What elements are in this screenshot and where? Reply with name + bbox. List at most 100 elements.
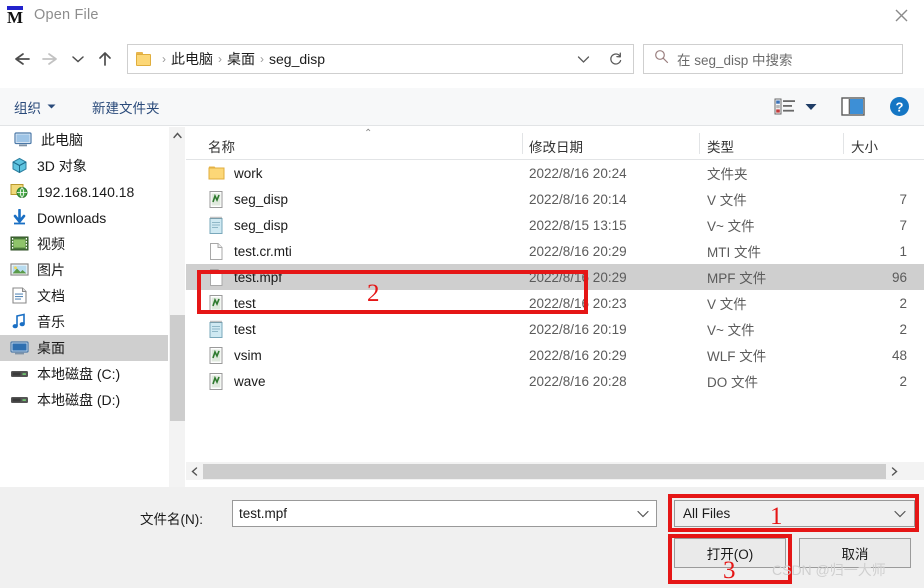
sidebar-item-label: 视频 <box>37 236 65 252</box>
sidebar-item-music[interactable]: 音乐 <box>0 309 168 335</box>
column-header-date[interactable]: 修改日期 <box>529 136 583 156</box>
file-date: 2022/8/16 20:29 <box>529 347 627 363</box>
organize-button[interactable]: 组织 <box>14 97 56 117</box>
modelsim-file-icon <box>208 346 226 365</box>
table-row[interactable]: test.cr.mti 2022/8/16 20:29 MTI 文件 1 <box>186 238 924 264</box>
file-date: 2022/8/16 20:14 <box>529 191 627 207</box>
table-row[interactable]: wave 2022/8/16 20:28 DO 文件 2 <box>186 368 924 394</box>
search-input[interactable]: 在 seg_disp 中搜索 <box>643 44 903 74</box>
file-name: seg_disp <box>234 217 289 233</box>
file-size: 48 <box>891 347 907 363</box>
scroll-left-icon[interactable] <box>186 462 203 480</box>
table-row[interactable]: seg_disp 2022/8/15 13:15 V~ 文件 7 <box>186 212 924 238</box>
chevron-down-icon[interactable] <box>894 510 914 518</box>
file-type: V~ 文件 <box>707 323 755 338</box>
column-header-type[interactable]: 类型 <box>707 136 734 156</box>
table-row[interactable]: seg_disp 2022/8/16 20:14 V 文件 7 <box>186 186 924 212</box>
table-row[interactable]: test 2022/8/16 20:19 V~ 文件 2 <box>186 316 924 342</box>
sidebar-item-label: 文档 <box>37 288 65 304</box>
desktop-icon <box>10 339 30 357</box>
breadcrumb-separator-2: › <box>260 52 264 66</box>
new-folder-button[interactable]: 新建文件夹 <box>92 97 160 117</box>
sidebar-item-this-pc[interactable]: 此电脑 <box>0 127 168 153</box>
sidebar-item-network-location[interactable]: 192.168.140.18 <box>0 179 168 205</box>
file-date: 2022/8/15 13:15 <box>529 217 627 233</box>
close-icon[interactable] <box>878 0 924 30</box>
sidebar-item-label: 本地磁盘 (C:) <box>37 366 121 382</box>
sidebar-item-label: 192.168.140.18 <box>37 184 135 200</box>
sidebar-item-label: 3D 对象 <box>37 158 87 174</box>
open-button[interactable]: 打开(O) <box>674 538 786 568</box>
cancel-button[interactable]: 取消 <box>799 538 911 568</box>
column-header-name[interactable]: 名称 <box>208 136 235 156</box>
sidebar-scrollbar-thumb[interactable] <box>170 315 185 421</box>
breadcrumb-item-0[interactable]: 此电脑 <box>171 49 213 69</box>
file-size: 7 <box>899 217 907 233</box>
sidebar-item-desktop[interactable]: 桌面 <box>0 335 168 361</box>
file-type: WLF 文件 <box>707 349 767 364</box>
column-header-size[interactable]: 大小 <box>851 136 878 156</box>
sidebar-item-label: 本地磁盘 (D:) <box>37 392 121 408</box>
file-type: 文件夹 <box>707 167 748 182</box>
breadcrumb-item-1[interactable]: 桌面 <box>227 49 255 69</box>
monitor-icon <box>14 131 34 149</box>
music-icon <box>10 313 30 331</box>
sidebar-item-3d-objects[interactable]: 3D 对象 <box>0 153 168 179</box>
breadcrumb-separator-1: › <box>218 52 222 66</box>
file-list-horizontal-scrollbar[interactable] <box>186 462 924 480</box>
sidebar-item-local-disk-c[interactable]: 本地磁盘 (C:) <box>0 361 168 387</box>
scroll-right-icon[interactable] <box>886 462 903 480</box>
sidebar-item-label: 图片 <box>37 262 65 278</box>
breadcrumb-item-2[interactable]: seg_disp <box>269 51 325 67</box>
scroll-up-icon[interactable] <box>169 127 186 144</box>
file-name: test <box>234 321 256 337</box>
view-options-chevron-down-icon[interactable] <box>805 103 817 111</box>
arrow-up-icon[interactable] <box>90 39 120 79</box>
breadcrumb-chevron-down-icon[interactable] <box>577 55 592 64</box>
file-size: 1 <box>899 243 907 259</box>
window-title: Open File <box>34 7 99 23</box>
sidebar-item-documents[interactable]: 文档 <box>0 283 168 309</box>
folder-icon <box>208 164 226 183</box>
sidebar-item-local-disk-d[interactable]: 本地磁盘 (D:) <box>0 387 168 413</box>
filename-input[interactable]: test.mpf <box>232 500 657 527</box>
downloads-icon <box>10 208 30 227</box>
file-type: V 文件 <box>707 193 747 208</box>
command-bar-right: ? <box>774 96 924 117</box>
view-list-icon[interactable] <box>774 98 796 116</box>
preview-pane-icon[interactable] <box>841 97 865 116</box>
sidebar-scrollbar[interactable] <box>168 127 185 487</box>
horizontal-scrollbar-thumb[interactable] <box>203 463 886 479</box>
table-row[interactable]: work 2022/8/16 20:24 文件夹 <box>186 160 924 186</box>
network-location-icon <box>10 183 30 201</box>
table-row[interactable]: test 2022/8/16 20:23 V 文件 2 <box>186 290 924 316</box>
sidebar-item-label: 音乐 <box>37 314 65 330</box>
file-type-filter-dropdown[interactable]: All Files <box>674 500 915 527</box>
table-row-selected[interactable]: test.mpf 2022/8/16 20:29 MPF 文件 96 <box>186 264 924 290</box>
sidebar-item-videos[interactable]: 视频 <box>0 231 168 257</box>
refresh-icon[interactable] <box>598 44 634 74</box>
column-headers: 名称 ⌃ 修改日期 类型 大小 <box>186 127 924 160</box>
file-size: 2 <box>899 373 907 389</box>
file-date: 2022/8/16 20:29 <box>529 269 627 285</box>
breadcrumb[interactable]: › 此电脑 › 桌面 › seg_disp <box>127 44 599 74</box>
command-bar: 组织 新建文件夹 ? <box>0 88 924 126</box>
open-file-dialog: M Open File › 此电脑 › 桌面 › seg_disp 在 seg_… <box>0 0 924 588</box>
arrow-left-icon[interactable] <box>6 39 36 79</box>
help-question-icon[interactable]: ? <box>889 96 910 117</box>
search-placeholder: 在 seg_disp 中搜索 <box>677 53 793 68</box>
sidebar-item-label: 此电脑 <box>41 132 83 148</box>
chevron-down-icon[interactable] <box>637 510 656 518</box>
table-row[interactable]: vsim 2022/8/16 20:29 WLF 文件 48 <box>186 342 924 368</box>
sidebar-item-pictures[interactable]: 图片 <box>0 257 168 283</box>
file-date: 2022/8/16 20:28 <box>529 373 627 389</box>
drive-icon <box>10 391 30 409</box>
file-date: 2022/8/16 20:19 <box>529 321 627 337</box>
sidebar-item-downloads[interactable]: Downloads <box>0 205 168 231</box>
file-name: wave <box>234 373 266 389</box>
chevron-down-icon[interactable] <box>66 39 90 79</box>
3d-object-icon <box>10 157 30 175</box>
documents-icon <box>10 287 30 305</box>
sidebar-item-label: 桌面 <box>37 340 65 356</box>
search-icon <box>654 49 669 69</box>
